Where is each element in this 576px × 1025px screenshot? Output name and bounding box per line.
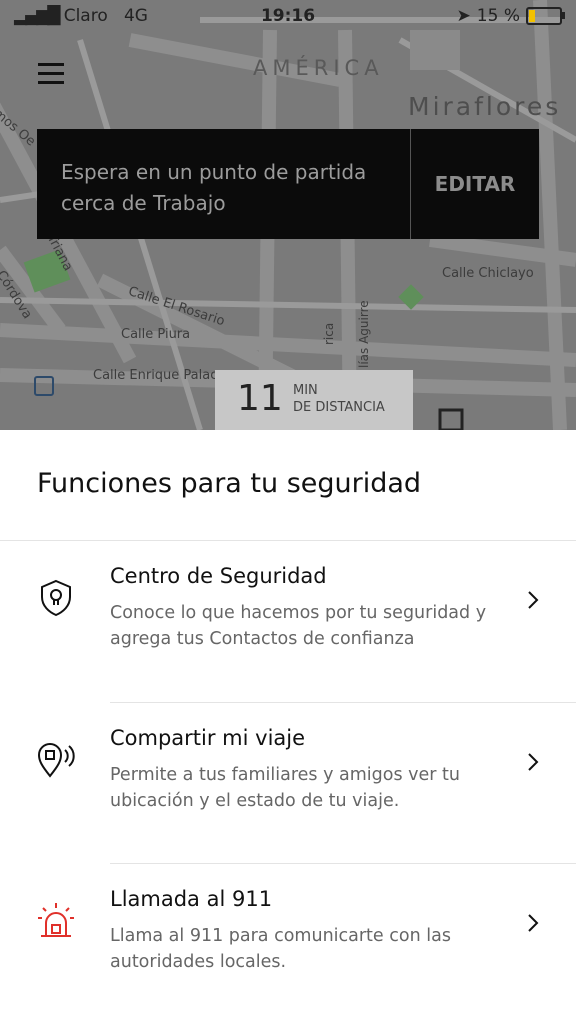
divider [0,540,576,541]
map-label: lías Aguirre [357,300,371,368]
battery-percent: 15 % [476,6,520,26]
share-trip-item[interactable]: Compartir mi viaje Permite a tus familia… [0,704,576,864]
item-title: Llamada al 911 [110,887,273,911]
divider [110,702,576,703]
edit-button[interactable]: EDITAR [411,129,539,239]
map-label: AMÉRICA [253,56,384,80]
safety-sheet: Funciones para tu seguridad Centro de Se… [0,430,576,1024]
item-title: Centro de Seguridad [110,564,327,588]
pickup-banner: Espera en un punto de partida cerca de T… [37,129,539,239]
siren-icon [36,901,76,941]
transit-icon [34,376,54,396]
emergency-call-item[interactable]: Llamada al 911 Llama al 911 para comunic… [0,865,576,1025]
item-title: Compartir mi viaje [110,726,306,750]
map-label: rica [322,322,336,345]
location-share-icon [36,740,76,780]
battery-icon [526,7,565,25]
chevron-right-icon [523,752,543,772]
item-description: Llama al 911 para comunicarte con las au… [110,926,451,972]
map-label: Calle Enrique Palac [93,368,218,383]
eta-unit-label: DE DISTANCIA [293,400,385,415]
map-label: Miraflores [408,92,562,121]
sheet-title: Funciones para tu seguridad [37,468,422,499]
divider [110,863,576,864]
eta-badge: 11 MIN DE DISTANCIA [215,370,413,430]
eta-value: 11 [237,378,283,419]
safety-center-item[interactable]: Centro de Seguridad Conoce lo que hacemo… [0,542,576,702]
item-description: Permite a tus familiares y amigos ver tu… [110,765,460,811]
map-label: Calle Piura [121,327,191,342]
status-bar: ▂▄▆█ Claro 4G 19:16 ➤ 15 % [0,0,576,34]
map-label: Calle Chiclayo [442,266,534,281]
menu-icon[interactable] [38,63,64,90]
eta-unit: MIN [293,383,318,398]
chevron-right-icon [523,590,543,610]
location-arrow-icon: ➤ [456,6,471,26]
item-description: Conoce lo que hacemos por tu seguridad y… [110,603,487,649]
pickup-message: Espera en un punto de partida cerca de T… [61,160,367,215]
shield-icon [36,578,76,618]
chevron-right-icon [523,913,543,933]
